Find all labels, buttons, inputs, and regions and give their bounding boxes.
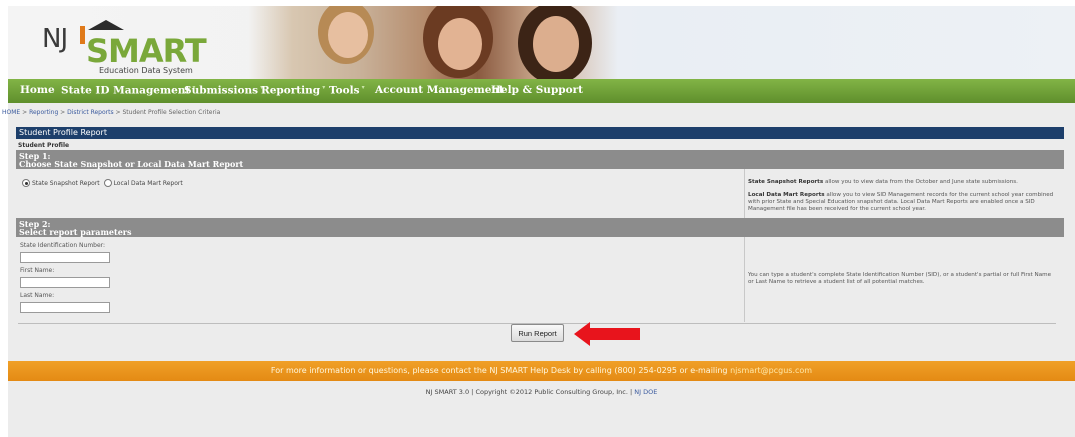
radio-state-snapshot[interactable]: State Snapshot Report <box>22 179 100 187</box>
nav-help-support[interactable]: Help & Support <box>491 84 583 96</box>
help-email-link[interactable]: njsmart@pcgus.com <box>730 366 812 375</box>
page-frame: NJ SMART Education Data System Home Stat… <box>2 6 1075 437</box>
panel-title: Student Profile Report <box>16 127 1064 139</box>
child-face-1 <box>328 12 368 58</box>
first-name-label: First Name: <box>20 267 55 274</box>
logo-subtitle: Education Data System <box>99 66 193 75</box>
step2-header: Step 2: Select report parameters <box>16 218 1064 237</box>
breadcrumb-separator: > <box>60 109 66 116</box>
breadcrumb-reporting[interactable]: Reporting <box>29 109 58 116</box>
step2-heading: Step 2: <box>19 219 51 229</box>
breadcrumb-separator: > <box>115 109 121 116</box>
sid-input[interactable] <box>20 252 110 263</box>
red-arrow-annotation-icon <box>574 322 640 346</box>
main-navigation: Home State ID Management ▾ Submissions ▾… <box>8 79 1075 103</box>
help-footer: For more information or questions, pleas… <box>8 361 1075 381</box>
nav-state-id-management[interactable]: State ID Management ▾ <box>61 84 195 97</box>
breadcrumb-current: Student Profile Selection Criteria <box>122 109 221 116</box>
nav-submissions[interactable]: Submissions ▾ <box>184 84 263 97</box>
dropdown-indicator-icon: ▾ <box>320 84 326 91</box>
step1-divider <box>744 169 745 218</box>
step1-title: Choose State Snapshot or Local Data Mart… <box>19 159 244 169</box>
nav-tools[interactable]: Tools ▾ <box>329 84 365 97</box>
parameters-hint: You can type a student's complete State … <box>748 272 1052 285</box>
local-hint: Local Data Mart Reports allow you to vie… <box>748 192 1058 213</box>
breadcrumb-separator: > <box>22 109 28 116</box>
radio-unchecked-icon[interactable] <box>103 179 112 187</box>
logo-nj-text: NJ <box>42 24 68 54</box>
child-face-2 <box>438 18 482 70</box>
radio-local-data-mart[interactable]: Local Data Mart Report <box>103 179 183 187</box>
nj-doe-link[interactable]: NJ DOE <box>634 388 657 396</box>
sid-label: State Identification Number: <box>20 242 106 249</box>
last-name-input[interactable] <box>20 302 110 313</box>
run-report-button[interactable]: Run Report <box>511 324 564 342</box>
child-face-3 <box>533 16 579 72</box>
step1-header: Step 1: Choose State Snapshot or Local D… <box>16 150 1064 169</box>
snapshot-hint: State Snapshot Reports allow you to view… <box>748 179 1058 186</box>
step2-divider <box>744 237 745 322</box>
breadcrumb-district-reports[interactable]: District Reports <box>67 109 113 116</box>
panel-subtitle: Student Profile <box>18 142 70 149</box>
copyright-text: NJ SMART 3.0 | Copyright ©2012 Public Co… <box>425 388 633 396</box>
step2-title: Select report parameters <box>19 227 132 237</box>
nav-account-management[interactable]: Account Management <box>375 84 504 96</box>
graduation-cap-icon <box>88 20 124 30</box>
radio-checked-icon[interactable] <box>22 179 30 187</box>
breadcrumb-home[interactable]: HOME <box>2 109 20 116</box>
snapshot-hint-title: State Snapshot Reports <box>748 179 824 185</box>
local-hint-title: Local Data Mart Reports <box>748 192 825 198</box>
site-header: NJ SMART Education Data System <box>8 6 1075 79</box>
snapshot-hint-text: allow you to view data from the October … <box>824 179 1018 185</box>
dropdown-indicator-icon: ▾ <box>359 84 365 91</box>
nj-smart-logo[interactable]: NJ SMART Education Data System <box>42 20 207 76</box>
nav-reporting[interactable]: Reporting ▾ <box>261 84 325 97</box>
copyright: NJ SMART 3.0 | Copyright ©2012 Public Co… <box>8 388 1075 396</box>
help-footer-text: For more information or questions, pleas… <box>270 366 728 375</box>
header-banner-photo <box>248 6 618 79</box>
nav-home[interactable]: Home <box>20 84 55 96</box>
breadcrumb: HOME > Reporting > District Reports > St… <box>2 109 220 116</box>
report-type-radio-group: State Snapshot Report Local Data Mart Re… <box>22 179 183 187</box>
last-name-label: Last Name: <box>20 292 55 299</box>
logo-accent-mark <box>80 26 85 44</box>
logo-smart-text: SMART <box>86 32 207 70</box>
first-name-input[interactable] <box>20 277 110 288</box>
